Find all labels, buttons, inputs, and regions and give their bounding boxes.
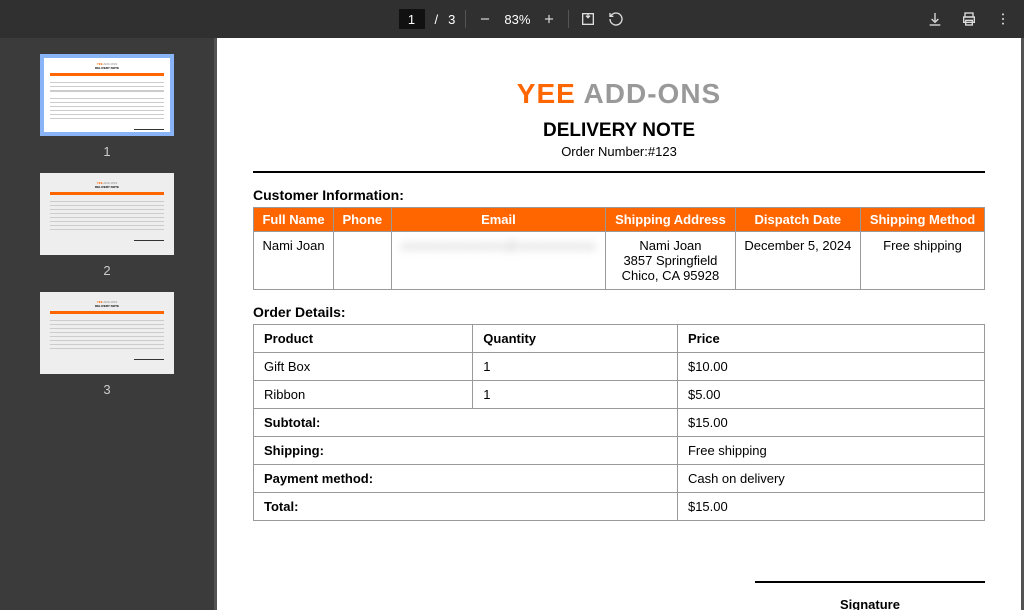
zoom-out-button[interactable] bbox=[476, 10, 494, 28]
page-thumbnail-3[interactable]: YEE ADD-ONS DELIVERY NOTE bbox=[40, 292, 174, 374]
subtotal-value: $15.00 bbox=[677, 409, 984, 437]
download-button[interactable] bbox=[926, 10, 944, 28]
subtotal-row: Subtotal: $15.00 bbox=[254, 409, 985, 437]
col-product: Product bbox=[254, 325, 473, 353]
pdf-toolbar: / 3 83% bbox=[0, 0, 1024, 38]
subtotal-label: Subtotal: bbox=[254, 409, 678, 437]
cell-product: Gift Box bbox=[254, 353, 473, 381]
shipping-value: Free shipping bbox=[677, 437, 984, 465]
order-row: Ribbon 1 $5.00 bbox=[254, 381, 985, 409]
col-email: Email bbox=[391, 208, 606, 232]
payment-label: Payment method: bbox=[254, 465, 678, 493]
thumbnail-number: 3 bbox=[103, 382, 110, 397]
toolbar-right bbox=[926, 10, 1012, 28]
cell-address: Nami Joan 3857 Springfield Chico, CA 959… bbox=[606, 232, 735, 290]
thumbnail-sidebar: YEE ADD-ONS DELIVERY NOTE 1 YEE ADD-ONS … bbox=[0, 38, 214, 610]
logo: YEE ADD-ONS bbox=[253, 78, 985, 110]
more-menu-button[interactable] bbox=[994, 10, 1012, 28]
order-section-label: Order Details: bbox=[253, 304, 985, 320]
page-separator: / bbox=[435, 12, 439, 27]
total-pages: 3 bbox=[448, 12, 455, 27]
thumbnail-item: YEE ADD-ONS DELIVERY NOTE 1 bbox=[40, 54, 174, 159]
page-thumbnail-2[interactable]: YEE ADD-ONS DELIVERY NOTE bbox=[40, 173, 174, 255]
cell-phone bbox=[334, 232, 391, 290]
signature-area: Signature bbox=[253, 581, 985, 610]
signature-line: Signature bbox=[755, 581, 985, 610]
thumbnail-item: YEE ADD-ONS DELIVERY NOTE 3 bbox=[40, 292, 174, 397]
zoom-level: 83% bbox=[504, 12, 530, 27]
page-content-area[interactable]: YEE ADD-ONS DELIVERY NOTE Order Number:#… bbox=[214, 38, 1024, 610]
toolbar-separator bbox=[465, 10, 466, 28]
payment-value: Cash on delivery bbox=[677, 465, 984, 493]
logo-part2: ADD-ONS bbox=[584, 78, 722, 109]
print-button[interactable] bbox=[960, 10, 978, 28]
cell-price: $5.00 bbox=[677, 381, 984, 409]
customer-section-label: Customer Information: bbox=[253, 187, 985, 203]
total-value: $15.00 bbox=[677, 493, 984, 521]
header-divider bbox=[253, 171, 985, 173]
pdf-page: YEE ADD-ONS DELIVERY NOTE Order Number:#… bbox=[217, 38, 1021, 610]
col-shipping-address: Shipping Address bbox=[606, 208, 735, 232]
order-number: Order Number:#123 bbox=[253, 144, 985, 159]
total-row: Total: $15.00 bbox=[254, 493, 985, 521]
document-title: DELIVERY NOTE bbox=[253, 120, 985, 142]
page-number-input[interactable] bbox=[399, 9, 425, 29]
shipping-row: Shipping: Free shipping bbox=[254, 437, 985, 465]
toolbar-center: / 3 83% bbox=[399, 9, 626, 29]
col-phone: Phone bbox=[334, 208, 391, 232]
customer-table: Full Name Phone Email Shipping Address D… bbox=[253, 207, 985, 290]
col-quantity: Quantity bbox=[473, 325, 678, 353]
fit-page-button[interactable] bbox=[579, 10, 597, 28]
customer-row: Nami Joan xxxxxxxxxxxxxxxx@xxxxxxxxxxxx … bbox=[254, 232, 985, 290]
rotate-button[interactable] bbox=[607, 10, 625, 28]
thumbnail-number: 2 bbox=[103, 263, 110, 278]
order-row: Gift Box 1 $10.00 bbox=[254, 353, 985, 381]
page-thumbnail-1[interactable]: YEE ADD-ONS DELIVERY NOTE bbox=[40, 54, 174, 136]
col-fullname: Full Name bbox=[254, 208, 334, 232]
cell-quantity: 1 bbox=[473, 381, 678, 409]
cell-fullname: Nami Joan bbox=[254, 232, 334, 290]
cell-product: Ribbon bbox=[254, 381, 473, 409]
thumbnail-number: 1 bbox=[103, 144, 110, 159]
cell-dispatch-date: December 5, 2024 bbox=[735, 232, 860, 290]
total-label: Total: bbox=[254, 493, 678, 521]
shipping-label: Shipping: bbox=[254, 437, 678, 465]
col-price: Price bbox=[677, 325, 984, 353]
cell-shipping-method: Free shipping bbox=[861, 232, 985, 290]
toolbar-separator bbox=[568, 10, 569, 28]
zoom-in-button[interactable] bbox=[540, 10, 558, 28]
col-dispatch-date: Dispatch Date bbox=[735, 208, 860, 232]
cell-quantity: 1 bbox=[473, 353, 678, 381]
col-shipping-method: Shipping Method bbox=[861, 208, 985, 232]
payment-row: Payment method: Cash on delivery bbox=[254, 465, 985, 493]
order-table: Product Quantity Price Gift Box 1 $10.00… bbox=[253, 324, 985, 521]
main-area: YEE ADD-ONS DELIVERY NOTE 1 YEE ADD-ONS … bbox=[0, 38, 1024, 610]
cell-email: xxxxxxxxxxxxxxxx@xxxxxxxxxxxx bbox=[391, 232, 606, 290]
thumbnail-item: YEE ADD-ONS DELIVERY NOTE 2 bbox=[40, 173, 174, 278]
logo-part1: YEE bbox=[517, 78, 576, 109]
cell-price: $10.00 bbox=[677, 353, 984, 381]
